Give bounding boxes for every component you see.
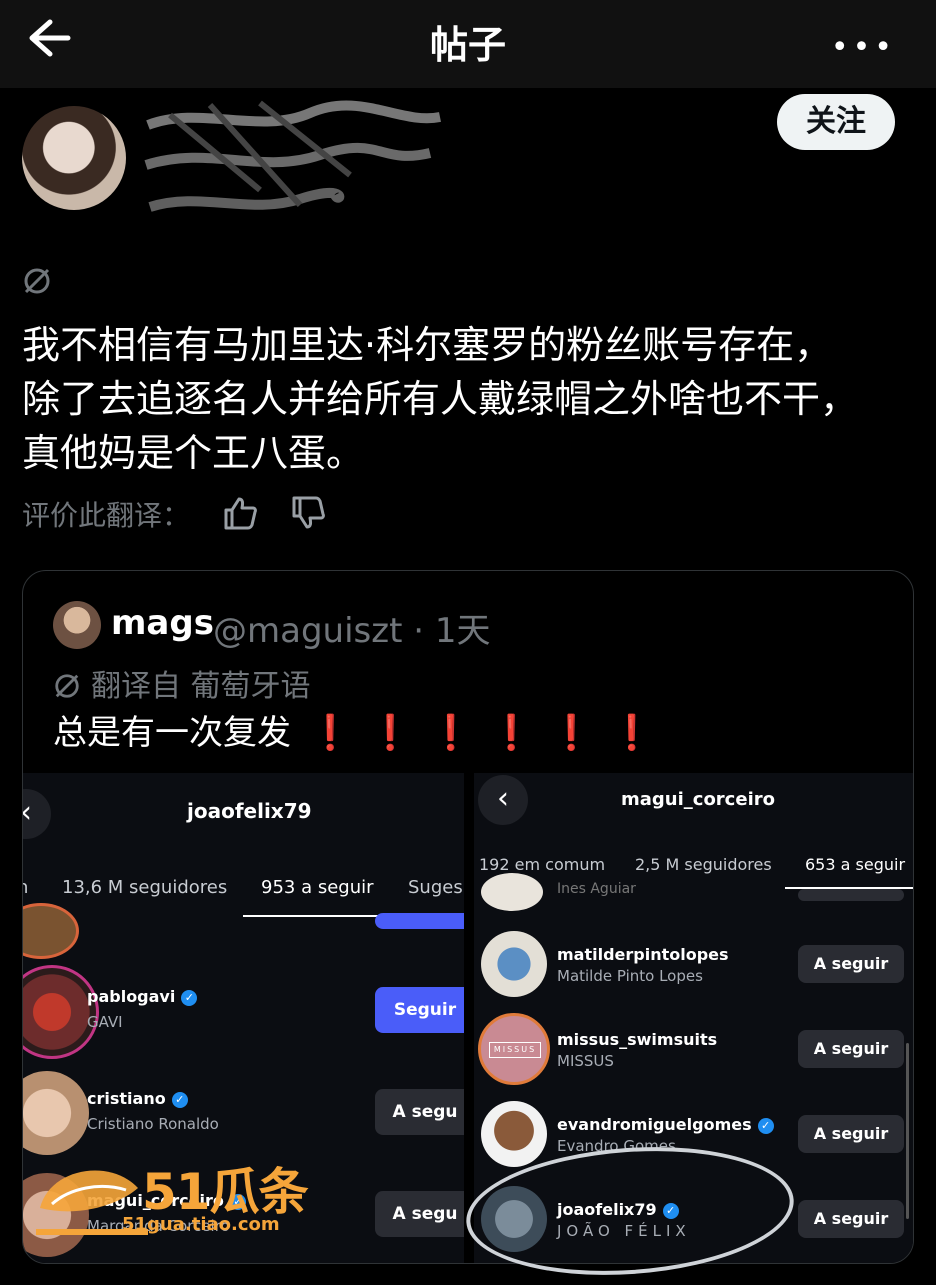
following-button: A segu (375, 1089, 464, 1135)
page-title: 帖子 (429, 23, 506, 67)
tab-following: 653 a seguir (805, 855, 906, 874)
row-username: missus_swimsuits (557, 1030, 718, 1049)
row-username: matilderpintolopes (557, 945, 729, 964)
thumbs-up-icon[interactable] (222, 496, 258, 530)
following-button (798, 889, 904, 901)
quoted-author-handle: @maguiszt · 1天 (213, 611, 491, 651)
row-username: pablogavi ✓ (87, 987, 198, 1006)
avatar (481, 873, 543, 911)
follow-button[interactable]: 关注 (777, 94, 895, 150)
verified-icon: ✓ (171, 1092, 188, 1108)
tab-mutual: 192 em comum (479, 855, 606, 874)
following-button: A seguir (798, 1115, 904, 1153)
screenshot-username: magui_corceiro (621, 789, 775, 810)
avatar (23, 1071, 89, 1155)
post-body: 我不相信有马加里达·科尔塞罗的粉丝账号存在， 除了去追逐名人并给所有人戴绿帽之外… (22, 318, 912, 480)
follow-button (375, 913, 464, 929)
post-line: 我不相信有马加里达·科尔塞罗的粉丝账号存在， (22, 323, 833, 367)
translated-from: 翻译自 葡萄牙语 (53, 661, 311, 705)
watermark-url: 51gua.tiao.com (122, 1214, 280, 1235)
tab-underline (243, 915, 387, 917)
row-username: cristiano ✓ (87, 1089, 188, 1108)
translate-icon (55, 674, 79, 698)
quoted-author-name[interactable]: mags (111, 603, 214, 643)
thumbs-down-icon[interactable] (290, 496, 326, 530)
divider (464, 773, 474, 1263)
avatar (481, 931, 547, 997)
row-fullname: Cristiano Ronaldo (87, 1115, 219, 1133)
top-bar: 帖子 ••• (0, 0, 936, 88)
more-options-icon[interactable]: ••• (831, 30, 896, 65)
row-fullname: Ines Aguiar (557, 881, 636, 897)
screenshot-username: joaofelix79 (187, 799, 312, 823)
exclamation-icon: ❗ (490, 713, 533, 753)
row-fullname: Matilde Pinto Lopes (557, 967, 703, 985)
row-fullname: GAVI (87, 1013, 123, 1031)
tab-suggested: Suges (408, 877, 463, 898)
row-username: evandromiguelgomes ✓ (557, 1115, 774, 1134)
avatar (481, 1101, 547, 1167)
author-avatar[interactable] (22, 106, 126, 210)
rate-translation-label: 评价此翻译： (22, 499, 191, 532)
following-button: A segu (375, 1191, 464, 1237)
exclamation-icon: ❗ (550, 713, 593, 753)
tab-partial: n (23, 877, 28, 898)
missus-logo: MISSUS (489, 1042, 541, 1058)
exclamation-icon: ❗ (309, 713, 352, 753)
tab-followers: 13,6 M seguidores (62, 877, 228, 898)
following-button: A seguir (798, 945, 904, 983)
avatar: MISSUS (478, 1013, 550, 1085)
translate-icon (24, 268, 50, 294)
exclamation-icon: ❗ (369, 713, 412, 753)
tab-followers: 2,5 M seguidores (635, 855, 772, 874)
quoted-text-body: 总是有一次复发 (53, 713, 291, 753)
scrollbar (906, 1043, 909, 1219)
tab-following: 953 a seguir (261, 877, 374, 898)
verified-icon: ✓ (757, 1118, 774, 1134)
quoted-author-avatar[interactable] (53, 601, 101, 649)
following-button: A seguir (798, 1200, 904, 1238)
following-button: A seguir (798, 1030, 904, 1068)
follow-button: Seguir (375, 987, 464, 1033)
exclamation-icon: ❗ (610, 713, 654, 753)
redaction-scribble (144, 100, 441, 212)
exclamation-icon: ❗ (429, 713, 473, 753)
post-line: 除了去追逐名人并给所有人戴绿帽之外啥也不干， (22, 377, 859, 421)
screenshot-back-icon: ‹ (23, 789, 51, 839)
post-line: 真他妈是个王八蛋。 (22, 431, 365, 475)
verified-icon: ✓ (181, 990, 198, 1006)
avatar (23, 903, 79, 959)
screenshot-back-icon: ‹ (478, 775, 528, 825)
translated-from-label: 翻译自 葡萄牙语 (91, 669, 311, 704)
row-fullname: MISSUS (557, 1052, 614, 1070)
avatar (23, 965, 99, 1059)
quoted-text: 总是有一次复发 ❗ ❗ ❗ ❗ ❗ ❗ (53, 705, 653, 754)
